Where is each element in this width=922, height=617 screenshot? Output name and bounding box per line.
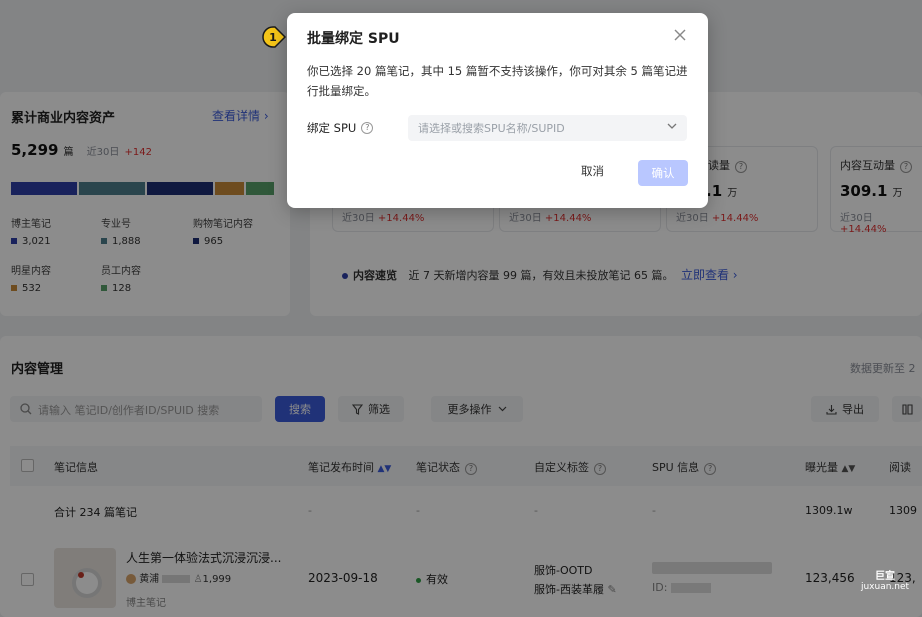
help-icon[interactable]: ?: [361, 122, 374, 134]
spu-select-placeholder: 请选择或搜索SPU名称/SUPID: [418, 122, 565, 135]
cancel-button[interactable]: 取消: [581, 163, 604, 179]
step-marker-number: 1: [269, 31, 277, 44]
watermark-line1: 巨宣: [875, 571, 895, 582]
confirm-button[interactable]: 确认: [638, 160, 688, 186]
bind-spu-label: 绑定 SPU ?: [307, 120, 374, 136]
close-icon[interactable]: [672, 27, 688, 43]
dialog-description: 你已选择 20 篇笔记，其中 15 篇暂不支持该操作，你可对其余 5 篇笔记进行…: [307, 64, 688, 98]
step-marker-badge: 1: [262, 26, 287, 48]
site-watermark: 巨宣 juxuan.net: [858, 567, 912, 595]
bind-spu-dialog: 批量绑定 SPU 你已选择 20 篇笔记，其中 15 篇暂不支持该操作，你可对其…: [287, 13, 708, 208]
dialog-title: 批量绑定 SPU: [307, 31, 400, 47]
spu-select[interactable]: 请选择或搜索SPU名称/SUPID: [408, 115, 687, 141]
chevron-down-icon: [667, 123, 677, 129]
watermark-line2: juxuan.net: [860, 582, 910, 592]
